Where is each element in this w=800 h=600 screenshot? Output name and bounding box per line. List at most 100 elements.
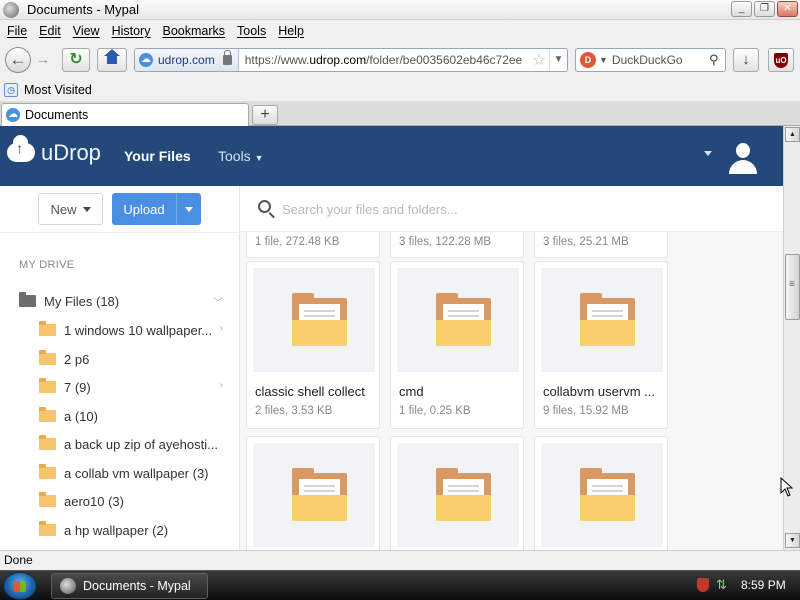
folder-icon bbox=[39, 378, 56, 393]
sidebar-item-label: a back up zip of ayehosti... bbox=[64, 436, 218, 452]
new-button[interactable]: New bbox=[38, 193, 103, 225]
sidebar-folder-item[interactable]: a back up zip of ayehosti... bbox=[39, 434, 229, 454]
chevron-down-icon bbox=[185, 206, 193, 212]
chevron-right-icon[interactable]: › bbox=[220, 380, 223, 391]
back-button[interactable]: ← bbox=[5, 47, 31, 73]
folder-name: classic shell collect bbox=[255, 384, 365, 399]
star-icon[interactable]: ☆ bbox=[529, 50, 549, 70]
reload-button[interactable]: ↻ bbox=[62, 48, 90, 72]
new-tab-button[interactable]: + bbox=[252, 105, 278, 125]
page-viewport: uDrop Your Files Tools ▼ New Upload MY D… bbox=[0, 126, 783, 550]
search-bar[interactable]: D ▼ DuckDuckGo ⚲ bbox=[575, 48, 726, 72]
url-bar[interactable]: ☁ udrop.com https://www.udrop.com/folder… bbox=[134, 48, 568, 72]
status-bar: Done bbox=[0, 550, 800, 570]
tab-documents[interactable]: ☁ Documents bbox=[1, 103, 249, 126]
window-controls: _ ❐ ✕ bbox=[731, 1, 798, 17]
folder-card[interactable]: 3 files, 25.21 MB bbox=[534, 232, 668, 258]
search-go-icon[interactable]: ⚲ bbox=[709, 52, 725, 68]
sidebar-folder-item[interactable]: 2 p6 bbox=[39, 349, 229, 369]
search-input[interactable] bbox=[282, 198, 682, 220]
nav-your-files[interactable]: Your Files bbox=[124, 148, 191, 164]
scroll-down-button[interactable]: ▼ bbox=[785, 533, 800, 548]
sidebar-folder-item[interactable]: aero10 (3) bbox=[39, 491, 229, 511]
folder-thumbnail bbox=[397, 443, 519, 547]
folder-name: cmd bbox=[399, 384, 424, 399]
upload-dropdown-button[interactable] bbox=[176, 193, 201, 225]
sidebar-heading: MY DRIVE bbox=[19, 259, 75, 271]
folder-card[interactable]: 3 files, 122.28 MB bbox=[390, 232, 524, 258]
app-header: uDrop Your Files Tools ▼ bbox=[0, 126, 783, 186]
folder-icon bbox=[292, 293, 347, 346]
network-tray-icon[interactable]: ⇅ bbox=[716, 578, 730, 592]
sidebar-folder-item[interactable]: a (10) bbox=[39, 406, 229, 426]
avatar[interactable] bbox=[727, 142, 759, 174]
upload-button[interactable]: Upload bbox=[112, 193, 201, 225]
ublock-button[interactable]: uO bbox=[768, 48, 794, 72]
scroll-up-button[interactable]: ▲ bbox=[785, 127, 800, 142]
folder-icon bbox=[39, 492, 56, 507]
back-icon: ← bbox=[9, 50, 27, 69]
forward-button[interactable]: → bbox=[33, 51, 53, 69]
bookmarks-toolbar: ◷ Most Visited bbox=[0, 79, 800, 101]
folder-card[interactable]: 1 file, 272.48 KB bbox=[246, 232, 380, 258]
menu-tools[interactable]: Tools bbox=[237, 24, 266, 38]
search-engine-dropdown-icon[interactable]: ▼ bbox=[599, 55, 608, 65]
account-caret-icon[interactable] bbox=[704, 151, 712, 156]
sidebar-item-label: a hp wallpaper (2) bbox=[64, 522, 169, 538]
identity-domain: udrop.com bbox=[158, 53, 215, 67]
menu-history[interactable]: History bbox=[112, 24, 151, 38]
menu-edit[interactable]: Edit bbox=[39, 24, 61, 38]
folder-card[interactable] bbox=[390, 436, 524, 550]
logo-text[interactable]: uDrop bbox=[41, 140, 101, 166]
clock[interactable]: 8:59 PM bbox=[741, 578, 786, 592]
folder-card[interactable]: classic shell collect 2 files, 3.53 KB bbox=[246, 261, 380, 429]
duckduckgo-icon[interactable]: D bbox=[580, 52, 596, 68]
plus-icon: + bbox=[260, 106, 270, 123]
ublock-icon: uO bbox=[774, 53, 788, 68]
menu-help[interactable]: Help bbox=[278, 24, 304, 38]
maximize-button[interactable]: ❐ bbox=[754, 1, 775, 17]
url-text[interactable]: https://www.udrop.com/folder/be0035602eb… bbox=[245, 53, 529, 67]
site-identity-box[interactable]: ☁ udrop.com bbox=[135, 49, 239, 71]
folder-icon bbox=[19, 292, 36, 307]
taskbar-item-label: Documents - Mypal bbox=[83, 579, 191, 593]
download-button[interactable]: ↓ bbox=[733, 48, 759, 72]
chevron-right-icon[interactable]: › bbox=[220, 323, 223, 334]
folder-card[interactable] bbox=[534, 436, 668, 550]
scrollbar-thumb[interactable] bbox=[785, 254, 800, 320]
close-button[interactable]: ✕ bbox=[777, 1, 798, 17]
menu-file[interactable]: File bbox=[7, 24, 27, 38]
udrop-logo-icon[interactable] bbox=[7, 135, 35, 162]
url-dropdown-icon[interactable]: ▼ bbox=[549, 49, 567, 71]
security-tray-icon[interactable] bbox=[697, 578, 709, 592]
sidebar-folder-item[interactable]: a hp wallpaper (2) bbox=[39, 520, 229, 540]
mypal-taskbar-icon bbox=[60, 578, 76, 594]
start-button[interactable] bbox=[3, 572, 37, 600]
folder-card[interactable]: cmd 1 file, 0.25 KB bbox=[390, 261, 524, 429]
folder-thumbnail bbox=[397, 268, 519, 372]
sidebar-item-label: 2 p6 bbox=[64, 351, 90, 367]
folder-icon bbox=[580, 293, 635, 346]
lock-icon bbox=[222, 50, 232, 65]
url-prefix: https://www. bbox=[244, 53, 310, 67]
sidebar-folder-item[interactable]: 1 windows 10 wallpaper... › bbox=[39, 320, 229, 340]
sidebar-item-my-files[interactable]: My Files (18) ﹀ bbox=[19, 291, 229, 311]
folder-icon bbox=[39, 321, 56, 336]
menu-view[interactable]: View bbox=[73, 24, 100, 38]
folder-card[interactable] bbox=[246, 436, 380, 550]
menu-bookmarks[interactable]: Bookmarks bbox=[162, 24, 225, 38]
folder-card[interactable]: collabvm uservm ... 9 files, 15.92 MB bbox=[534, 261, 668, 429]
chevron-down-icon[interactable]: ﹀ bbox=[213, 294, 223, 309]
most-visited-bookmark[interactable]: Most Visited bbox=[24, 83, 92, 97]
search-bar-placeholder[interactable]: DuckDuckGo bbox=[612, 53, 709, 67]
sidebar-folder-item[interactable]: a collab vm wallpaper (3) bbox=[39, 463, 229, 483]
sidebar-folder-item[interactable]: 7 (9) › bbox=[39, 377, 229, 397]
site-favicon-icon: ☁ bbox=[139, 53, 153, 67]
taskbar-item-mypal[interactable]: Documents - Mypal bbox=[51, 573, 208, 599]
folder-thumbnail bbox=[541, 443, 663, 547]
home-button[interactable] bbox=[97, 48, 127, 72]
sidebar-item-label: aero10 (3) bbox=[64, 493, 124, 509]
nav-tools[interactable]: Tools ▼ bbox=[218, 148, 264, 164]
window-titlebar: Documents - Mypal _ ❐ ✕ bbox=[0, 0, 800, 20]
minimize-button[interactable]: _ bbox=[731, 1, 752, 17]
